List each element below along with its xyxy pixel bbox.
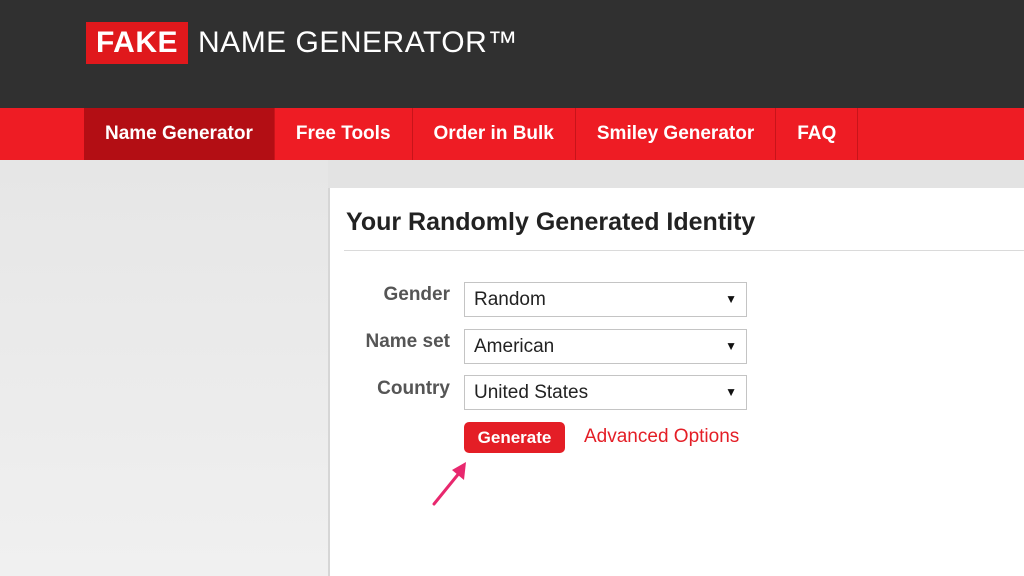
nameset-select[interactable]: American ▼ — [464, 329, 747, 364]
nav-item-smiley-generator[interactable]: Smiley Generator — [576, 108, 777, 160]
gender-select[interactable]: Random ▼ — [464, 282, 747, 317]
gender-select-value: Random — [474, 289, 546, 310]
nav-item-order-in-bulk[interactable]: Order in Bulk — [413, 108, 576, 160]
generate-button[interactable]: Generate — [464, 422, 565, 453]
dropdown-arrow-icon: ▼ — [725, 292, 737, 306]
dropdown-arrow-icon: ▼ — [725, 339, 737, 353]
pointer-arrow-icon — [432, 462, 466, 506]
nav-item-faq[interactable]: FAQ — [776, 108, 859, 160]
main-navigation: Name Generator Free Tools Order in Bulk … — [0, 108, 1024, 160]
country-label: Country — [377, 378, 450, 399]
nav-item-free-tools[interactable]: Free Tools — [275, 108, 413, 160]
logo-text: NAME GENERATOR™ — [198, 26, 518, 59]
nav-item-name-generator[interactable]: Name Generator — [84, 108, 275, 160]
page-title: Your Randomly Generated Identity — [346, 208, 756, 236]
country-select[interactable]: United States ▼ — [464, 375, 747, 410]
logo-fake-badge: FAKE — [86, 22, 189, 64]
dropdown-arrow-icon: ▼ — [725, 385, 737, 399]
site-logo[interactable]: FAKE NAME GENERATOR™ — [86, 22, 518, 64]
title-divider — [344, 250, 1024, 251]
gender-label: Gender — [383, 284, 450, 305]
site-header: FAKE NAME GENERATOR™ — [0, 0, 1024, 108]
nav-menu: Name Generator Free Tools Order in Bulk … — [84, 108, 859, 160]
left-sidebar-background — [0, 160, 328, 576]
advanced-options-link[interactable]: Advanced Options — [584, 426, 739, 448]
nameset-select-value: American — [474, 336, 555, 357]
country-select-value: United States — [474, 382, 589, 403]
nameset-label: Name set — [365, 331, 451, 352]
identity-generator-panel: Your Randomly Generated Identity Gender … — [328, 188, 1024, 576]
